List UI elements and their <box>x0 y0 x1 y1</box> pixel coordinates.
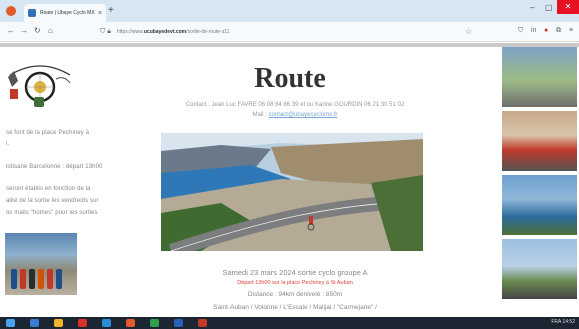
site-favicon-icon <box>28 9 36 17</box>
event-title: Samedi 23 mars 2024 sortie cyclo groupe … <box>222 268 368 277</box>
tab-bar: Route | Ubaye Cyclo MX × + – ▢ ✕ <box>0 0 579 22</box>
collections-icon[interactable]: ⧉ <box>556 27 561 35</box>
menu-icon[interactable]: ≡ <box>569 27 573 34</box>
firefox-icon[interactable] <box>126 319 135 327</box>
bookmark-star-icon[interactable]: ☆ <box>465 27 472 36</box>
sidebar-text-line: os mails "homes" pour les sorties <box>6 210 98 216</box>
maximize-button[interactable]: ▢ <box>545 3 553 12</box>
tab-title: Route | Ubaye Cyclo MX <box>40 10 95 16</box>
back-icon[interactable]: ← <box>7 26 15 35</box>
close-window-button[interactable]: ✕ <box>557 0 579 14</box>
photo-person <box>47 269 53 289</box>
sidebar-text-line: alité de la sortie les vendredis sur <box>6 198 99 204</box>
word-icon[interactable] <box>174 319 183 327</box>
browser-icon[interactable] <box>6 6 16 16</box>
photo-person <box>29 269 35 289</box>
extension-red-icon[interactable]: ● <box>544 27 548 34</box>
tab-close-button[interactable]: × <box>98 10 102 17</box>
forward-icon[interactable]: → <box>20 26 28 35</box>
url-text[interactable]: https://www.ucubayedevt.com/sortie-de-ro… <box>117 29 229 35</box>
system-tray[interactable]: FRA 14:52 <box>551 319 575 325</box>
photo-person <box>20 269 26 289</box>
sidebar-text-line: lotisane Barcelonne : départ 13h00 <box>6 164 103 170</box>
new-tab-button[interactable]: + <box>108 4 114 18</box>
excel-icon[interactable] <box>150 319 159 327</box>
edge-icon[interactable] <box>102 319 111 327</box>
extension-icon[interactable]: ⛉ <box>518 27 523 35</box>
gallery-photo[interactable] <box>502 239 577 299</box>
group-photo[interactable] <box>5 233 77 295</box>
gallery-photo[interactable] <box>502 175 577 235</box>
page-content: se font de la place Pechiney à i. lotisa… <box>0 47 579 317</box>
event-distance: Distance : 94km denivelé : 850m <box>247 291 343 298</box>
home-icon[interactable]: ⌂ <box>48 26 53 35</box>
page-title: Route <box>254 63 326 94</box>
photo-person <box>11 269 17 289</box>
road-photo[interactable] <box>161 133 423 251</box>
linkedin-icon[interactable]: in <box>531 27 536 34</box>
address-bar: ← → ↻ ⌂ ⛉ 🔒︎ https://www.ucubayedevt.com… <box>0 22 579 42</box>
url-field[interactable]: ⛉ 🔒︎ https://www.ucubayedevt.com/sortie-… <box>100 25 480 39</box>
gallery-photo[interactable] <box>502 47 577 107</box>
file-explorer-icon[interactable] <box>54 319 63 327</box>
mail-label: Mail : <box>252 112 269 118</box>
mail-link[interactable]: contact@ubayecyclomx.fr <box>269 112 338 118</box>
club-logo <box>8 65 71 107</box>
minimize-button[interactable]: – <box>530 3 534 12</box>
photo-person <box>38 269 44 289</box>
event-route: Saint-Auban / Volonne / L'Escale / Malij… <box>213 304 377 311</box>
sidebar-text-line: i. <box>6 141 10 147</box>
browser-tab[interactable]: Route | Ubaye Cyclo MX × <box>24 4 106 22</box>
search-icon[interactable] <box>30 319 39 327</box>
taskbar: FRA 14:52 <box>0 317 579 329</box>
contact-info: Contact : Jean Luc FAVRE 06 08 84 86 39 … <box>185 102 405 108</box>
sidebar-text-line: se font de la place Pechiney à <box>6 130 90 136</box>
photo-person <box>56 269 62 289</box>
gallery-photo[interactable] <box>502 111 577 171</box>
reload-icon[interactable]: ↻ <box>34 26 41 35</box>
event-departure: Départ 13h00 sur la place Pechiney à St … <box>237 280 353 286</box>
lock-icon: ⛉ 🔒︎ <box>100 28 111 35</box>
app-icon[interactable] <box>78 319 87 327</box>
mail-line: Mail : contact@ubayecyclomx.fr <box>140 112 450 118</box>
pdf-icon[interactable] <box>198 319 207 327</box>
start-icon[interactable] <box>6 319 15 327</box>
sidebar-text-line: seront établis en fonction de la <box>6 186 91 192</box>
